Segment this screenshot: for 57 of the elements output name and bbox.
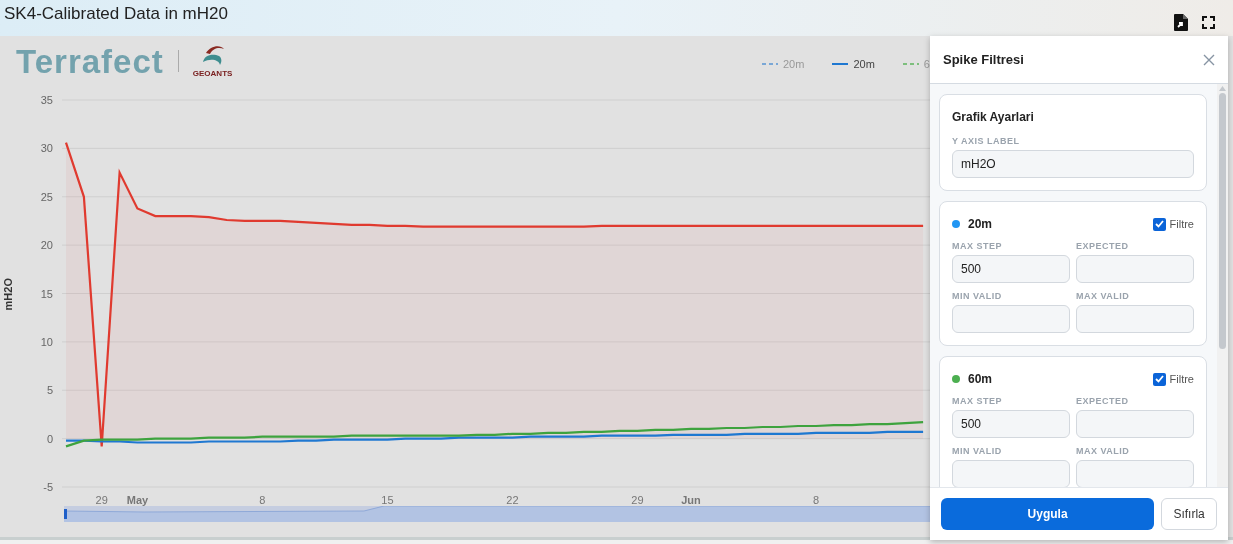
input-field[interactable] bbox=[952, 305, 1070, 333]
range-navigator[interactable] bbox=[64, 506, 930, 522]
x-tick-label: May bbox=[126, 494, 149, 506]
y-tick-label: 25 bbox=[40, 190, 53, 203]
brand-logo: Terrafect bbox=[16, 44, 164, 78]
close-icon[interactable] bbox=[1203, 53, 1215, 66]
file-export-icon[interactable] bbox=[1174, 13, 1188, 31]
field-label: MAX VALID bbox=[1076, 446, 1131, 457]
x-tick-label: Jun bbox=[681, 494, 701, 506]
apply-button[interactable]: Uygula bbox=[941, 498, 1155, 530]
scrollbar[interactable] bbox=[1217, 84, 1228, 487]
checkbox[interactable] bbox=[1152, 217, 1166, 231]
y-tick-label: 35 bbox=[40, 94, 53, 106]
y-tick-label: 5 bbox=[46, 384, 53, 397]
axis-title: mH2O bbox=[0, 278, 15, 311]
checkbox-label: Filtre bbox=[1169, 371, 1194, 387]
field-label: Y AXIS LABEL bbox=[952, 136, 1021, 147]
checkbox[interactable] bbox=[1152, 372, 1166, 386]
input-field[interactable]: 500 bbox=[952, 410, 1070, 438]
series-name: 20m bbox=[968, 216, 993, 233]
y-tick-label: 10 bbox=[40, 335, 53, 348]
fullscreen-icon[interactable] bbox=[1202, 15, 1215, 29]
scroll-up-icon[interactable] bbox=[1219, 86, 1226, 91]
window-title: SK4-Calibrated Data in mH20 bbox=[4, 3, 228, 26]
card-title: Grafik Ayarlari bbox=[952, 109, 1035, 126]
legend-label[interactable]: 20m bbox=[853, 56, 875, 73]
y-tick-label: 20 bbox=[40, 239, 53, 252]
field-label: EXPECTED bbox=[1076, 396, 1130, 407]
field-label: MIN VALID bbox=[952, 446, 1003, 457]
x-tick-label: 29 bbox=[631, 494, 644, 506]
x-tick-label: 8 bbox=[812, 494, 820, 506]
x-tick-label: 8 bbox=[259, 494, 266, 506]
checkbox-label: Filtre bbox=[1169, 216, 1194, 232]
field-label: MAX STEP bbox=[952, 396, 1003, 407]
series-name: 60m bbox=[968, 371, 993, 388]
input-field[interactable] bbox=[1076, 255, 1194, 283]
reset-button[interactable]: Sıfırla bbox=[1161, 498, 1217, 530]
y-tick-label: 15 bbox=[40, 287, 53, 300]
field-label: MAX VALID bbox=[1076, 291, 1131, 302]
y-tick-label: 0 bbox=[46, 432, 53, 445]
input-field[interactable] bbox=[952, 460, 1070, 487]
x-tick-label: 15 bbox=[381, 494, 394, 506]
field-label: MAX STEP bbox=[952, 241, 1003, 252]
x-tick-label: 29 bbox=[95, 494, 108, 506]
input-field[interactable] bbox=[1076, 410, 1194, 438]
input-field[interactable] bbox=[1076, 460, 1194, 487]
range-handle[interactable] bbox=[64, 509, 67, 519]
y-tick-label: -5 bbox=[43, 481, 53, 493]
x-tick-label: 22 bbox=[506, 494, 519, 506]
field-label: EXPECTED bbox=[1076, 241, 1130, 252]
y-tick-label: 30 bbox=[40, 142, 53, 155]
partner-logo: GEOANTS bbox=[192, 44, 233, 78]
input-field[interactable]: mH2O bbox=[952, 150, 1194, 178]
panel-title: Spike Filtresi bbox=[943, 50, 1024, 69]
input-field[interactable] bbox=[1076, 305, 1194, 333]
input-field[interactable]: 500 bbox=[952, 255, 1070, 283]
field-label: MIN VALID bbox=[952, 291, 1003, 302]
